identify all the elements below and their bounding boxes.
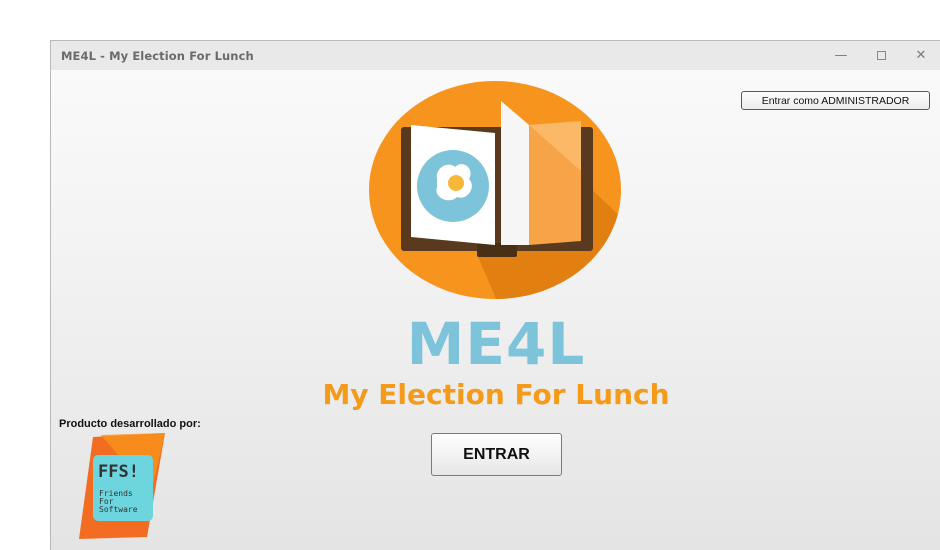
- title-bar[interactable]: ME4L - My Election For Lunch — ✕: [51, 41, 940, 70]
- maximize-button[interactable]: [861, 41, 901, 70]
- ffs-logo-abbr: FFS!: [98, 462, 139, 482]
- app-abbreviation: ME4L: [406, 310, 586, 378]
- app-logo-icon: [369, 81, 621, 299]
- ffs-logo-line-3: Software: [99, 505, 138, 514]
- developer-credit-label: Producto desarrollado por:: [59, 418, 201, 430]
- maximize-icon: [876, 51, 886, 60]
- window-title: ME4L - My Election For Lunch: [61, 49, 254, 63]
- enter-button[interactable]: ENTRAR: [431, 433, 562, 476]
- app-full-name: My Election For Lunch: [322, 378, 670, 411]
- minimize-icon: —: [834, 48, 848, 63]
- close-button[interactable]: ✕: [901, 41, 940, 70]
- app-window: ME4L - My Election For Lunch — ✕ Entrar …: [50, 40, 940, 550]
- close-icon: ✕: [915, 48, 927, 63]
- ffs-logo-icon: FFS! Friends For Software: [79, 433, 165, 539]
- minimize-button[interactable]: —: [821, 41, 861, 70]
- admin-login-button[interactable]: Entrar como ADMINISTRADOR: [741, 91, 930, 110]
